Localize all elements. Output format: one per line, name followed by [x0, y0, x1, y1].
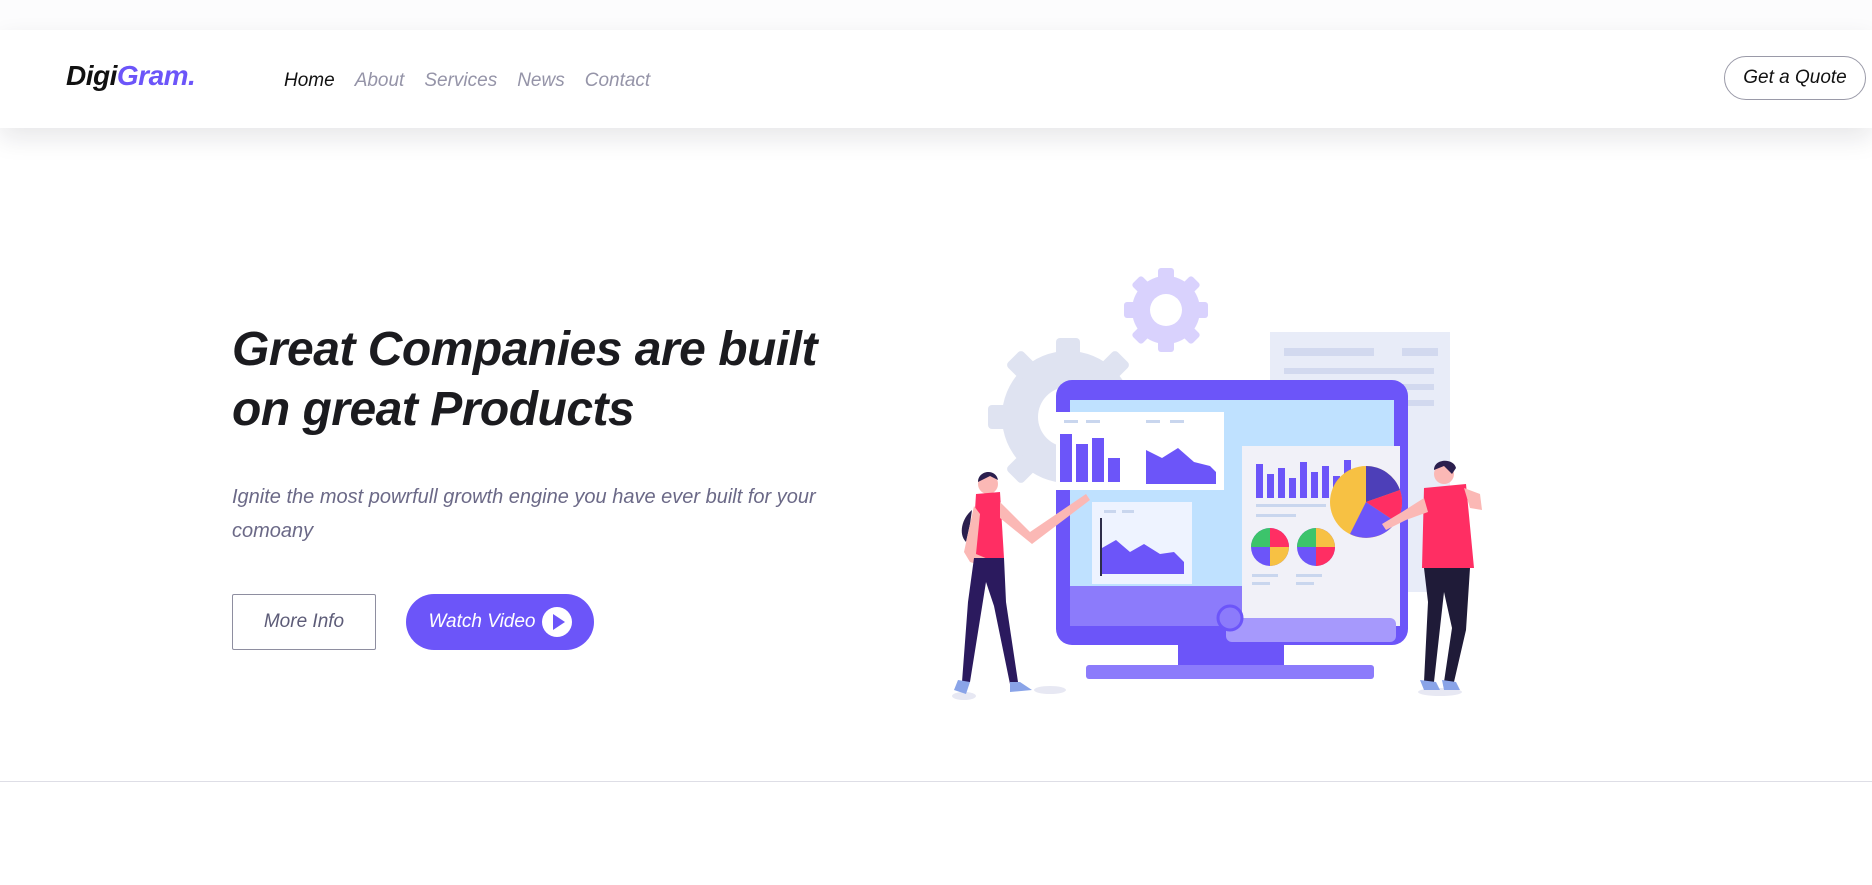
- nav-item-contact[interactable]: Contact: [585, 70, 650, 92]
- top-strip: [0, 0, 1872, 30]
- analytics-dashboard-illustration: [952, 268, 1482, 700]
- brand-logo-part1: Digi: [66, 60, 117, 91]
- landing-page: DigiGram. Home About Services News Conta…: [0, 0, 1872, 885]
- nav-item-home[interactable]: Home: [284, 70, 335, 92]
- play-icon: [541, 607, 572, 637]
- small-gear-icon: [1124, 268, 1208, 352]
- hero-title: Great Companies are built on great Produ…: [232, 323, 818, 436]
- nav-item-about[interactable]: About: [355, 70, 405, 92]
- navbar: DigiGram. Home About Services News Conta…: [0, 30, 1872, 128]
- section-divider: [0, 781, 1872, 782]
- watch-video-label: Watch Video: [428, 611, 536, 632]
- brand-logo-part2: Gram.: [116, 60, 196, 91]
- get-quote-button[interactable]: Get a Quote: [1724, 56, 1866, 100]
- area-chart-card: [1092, 502, 1192, 584]
- nav-item-services[interactable]: Services: [424, 70, 497, 92]
- brand-logo[interactable]: DigiGram.: [66, 60, 196, 92]
- nav-item-news[interactable]: News: [517, 70, 565, 92]
- more-info-button[interactable]: More Info: [232, 594, 376, 650]
- main-nav: Home About Services News Contact: [284, 70, 650, 92]
- watch-video-button[interactable]: Watch Video: [406, 594, 594, 650]
- bar-chart-card: [1056, 412, 1224, 490]
- hero-subtitle: Ignite the most powrfull growth engine y…: [232, 486, 816, 542]
